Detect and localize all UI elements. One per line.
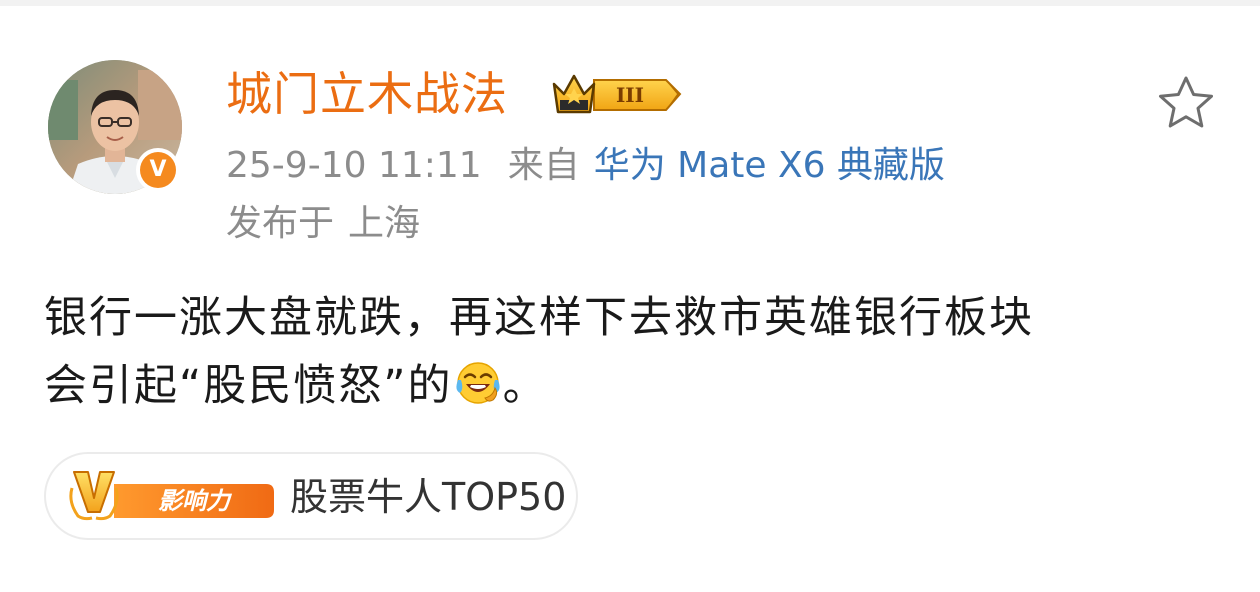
post-text-line-1: 银行一涨大盘就跌，再这样下去救市英雄银行板块 [44,293,1034,343]
location-prefix: 发布于 [226,203,335,244]
favorite-star-icon[interactable] [1156,74,1216,132]
post-text: 银行一涨大盘就跌，再这样下去救市英雄银行板块 会引起“股民愤怒”的 。 [44,284,1224,420]
post-location: 发布于 上海 [226,198,420,250]
tag-label: 股票牛人TOP50 [290,475,567,519]
verified-badge: V [136,148,180,192]
influence-tag-pill[interactable]: V 影响力 股票牛人TOP50 [44,452,578,540]
author-avatar[interactable]: V [48,60,182,194]
post-text-before-emoji: 会引起“股民愤怒”的 [44,361,453,411]
crown-rank-icon[interactable]: III [550,70,684,118]
post-text-after-emoji: 。 [502,361,548,411]
rank-numeral: III [616,83,644,107]
post-text-line-2: 会引起“股民愤怒”的 。 [44,352,1224,420]
author-name[interactable]: 城门立木战法 [226,62,508,126]
badge-label: 影响力 [158,487,233,515]
top-divider [0,0,1260,6]
laughing-crying-emoji-icon [455,362,500,404]
post-meta: 25-9-10 11:11 来自 华为 Mate X6 典藏版 [226,140,945,192]
source-prefix: 来自 [507,145,580,186]
verified-icon: V [140,152,176,188]
location-name: 上海 [348,203,421,244]
post-timestamp: 25-9-10 11:11 [226,145,482,186]
source-device-link[interactable]: 华为 Mate X6 典藏版 [594,145,945,186]
influence-badge-icon: V 影响力 [69,471,274,521]
